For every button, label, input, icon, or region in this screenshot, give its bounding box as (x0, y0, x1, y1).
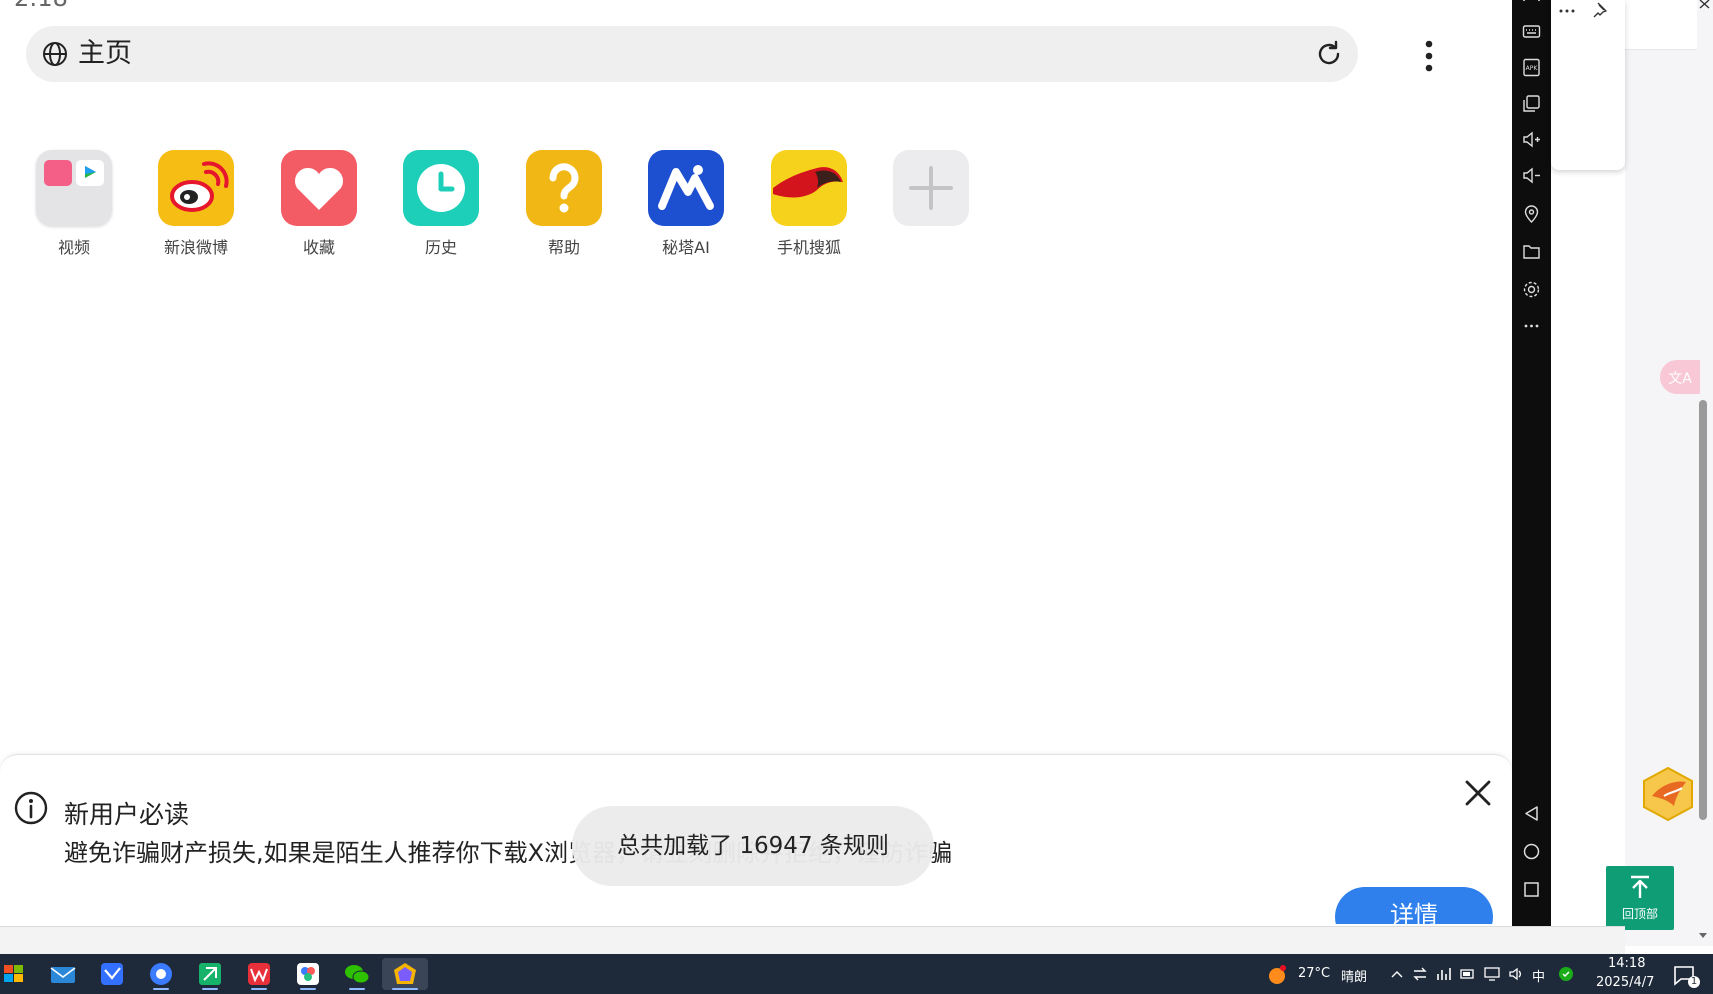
back-to-top-button[interactable]: 回顶部 (1606, 866, 1674, 930)
shortcut-label: 手机搜狐 (776, 238, 841, 257)
metaso-icon (648, 150, 724, 226)
mail-icon (50, 967, 76, 983)
location-icon[interactable] (1522, 204, 1541, 223)
apk-icon[interactable]: APK (1522, 58, 1541, 77)
recents-square-icon[interactable] (1522, 880, 1541, 899)
svg-text:文A: 文A (1668, 371, 1692, 387)
shortcut-add[interactable] (876, 150, 986, 234)
taskbar-browser[interactable] (143, 958, 179, 990)
clock-icon (403, 150, 479, 226)
home-circle-icon[interactable] (1522, 842, 1541, 861)
question-icon (526, 150, 602, 226)
globe-icon (43, 42, 67, 66)
volume-down-icon[interactable] (1522, 166, 1541, 185)
video-folder-icon (36, 150, 112, 226)
colorful-app-icon (297, 963, 319, 985)
shortcut-label: 历史 (424, 238, 457, 257)
volume-up-icon[interactable] (1522, 130, 1541, 149)
right-panel-header (1625, 0, 1697, 50)
pin-icon[interactable] (1591, 0, 1611, 20)
weather-temperature[interactable]: 27°C (1298, 966, 1330, 981)
windows-taskbar: 27°C 晴朗 中 14:18 2025/4/7 1 (0, 954, 1713, 994)
scrollbar[interactable] (1698, 400, 1708, 940)
ime-indicator[interactable]: 中 (1532, 966, 1545, 985)
shortcut-label: 帮助 (547, 238, 580, 257)
popup-card (1551, 0, 1625, 170)
taskbar-emulator[interactable] (382, 958, 428, 990)
shortcut-video[interactable]: 视频 (19, 150, 129, 258)
weather-description[interactable]: 晴朗 (1341, 966, 1367, 985)
taskbar-app-colorful[interactable] (290, 958, 326, 990)
back-to-top-label: 回顶部 (1621, 907, 1658, 921)
clock-date[interactable]: 2025/4/7 (1596, 975, 1654, 990)
add-icon (893, 150, 969, 226)
shortcut-history[interactable]: 历史 (386, 150, 496, 258)
keyboard-icon[interactable] (1522, 22, 1541, 41)
heart-icon (281, 150, 357, 226)
wechat-icon (345, 965, 370, 984)
settings-icon[interactable] (1522, 280, 1541, 299)
shortcut-help[interactable]: 帮助 (509, 150, 619, 258)
taskbar-app-feishu[interactable] (94, 958, 130, 990)
weibo-icon (158, 150, 234, 226)
close-icon[interactable] (1464, 779, 1492, 807)
shortcut-label: 收藏 (302, 238, 335, 257)
green-app-icon (199, 963, 221, 985)
scrollbar-thumb[interactable] (1699, 400, 1707, 820)
taskbar-wps[interactable] (241, 958, 277, 990)
taskbar-wechat[interactable] (339, 958, 375, 990)
rules-loaded-toast: 总共加载了 16947 条规则 (572, 806, 934, 886)
network-bars-icon[interactable] (1436, 966, 1452, 982)
more-vertical-icon[interactable] (1414, 36, 1444, 76)
bird-app-icon (101, 963, 123, 985)
browser-icon (150, 963, 172, 985)
windows-logo-icon (4, 965, 23, 982)
monitor-icon[interactable] (1484, 966, 1500, 982)
emulator-side-toolbar: APK (1512, 0, 1551, 926)
chevron-up-icon[interactable] (1390, 968, 1404, 980)
more-icon[interactable] (1522, 316, 1541, 335)
copy-icon[interactable] (1522, 94, 1541, 113)
address-bar[interactable]: 主页 (26, 26, 1358, 82)
taskbar-app-green[interactable] (192, 958, 228, 990)
wps-icon (248, 963, 270, 985)
emulator-icon (394, 963, 416, 984)
shortcut-sohu[interactable]: 手机搜狐 (754, 150, 864, 258)
assistant-bird-icon[interactable] (1642, 766, 1694, 822)
svg-text:APK: APK (1526, 65, 1539, 72)
translate-button[interactable]: 文A (1660, 360, 1700, 394)
shortcut-label: 秘塔AI (662, 238, 710, 257)
back-triangle-icon[interactable] (1522, 804, 1541, 823)
fullscreen-icon[interactable] (1522, 0, 1541, 13)
weather-sun-icon[interactable] (1266, 964, 1288, 986)
window-bottom-strip (0, 926, 1625, 954)
translate-icon: 文A (1668, 371, 1692, 387)
browser-window: 2:18 主页 视频 (0, 0, 1512, 924)
shortcut-metaso[interactable]: 秘塔AI (631, 150, 741, 258)
shortcut-weibo[interactable]: 新浪微博 (141, 150, 251, 258)
arrow-up-icon (1631, 875, 1649, 898)
reload-icon[interactable] (1314, 39, 1344, 69)
notice-title: 新用户必读 (64, 800, 190, 829)
shortcut-label: 新浪微博 (163, 238, 228, 257)
clock-time[interactable]: 14:18 (1608, 956, 1645, 971)
taskbar-mail[interactable] (45, 958, 81, 990)
transfer-icon[interactable] (1412, 966, 1428, 982)
more-horizontal-icon[interactable] (1557, 2, 1577, 18)
green-tray-app-icon[interactable] (1558, 966, 1574, 982)
battery-icon[interactable] (1460, 966, 1476, 982)
folder-icon[interactable] (1522, 242, 1541, 261)
start-button[interactable] (0, 958, 36, 990)
notification-count: 1 (1688, 976, 1700, 988)
close-icon[interactable] (1698, 0, 1712, 10)
shortcut-label: 视频 (57, 238, 90, 257)
status-bar-time: 2:18 (14, 0, 68, 12)
scroll-down-arrow-icon[interactable] (1698, 932, 1708, 940)
info-icon (14, 791, 48, 825)
detail-button[interactable]: 详情 (1335, 887, 1493, 924)
shortcut-favorites[interactable]: 收藏 (264, 150, 374, 258)
page-title: 主页 (78, 38, 132, 69)
sohu-fox-icon (771, 150, 847, 226)
speaker-icon[interactable] (1508, 966, 1524, 982)
